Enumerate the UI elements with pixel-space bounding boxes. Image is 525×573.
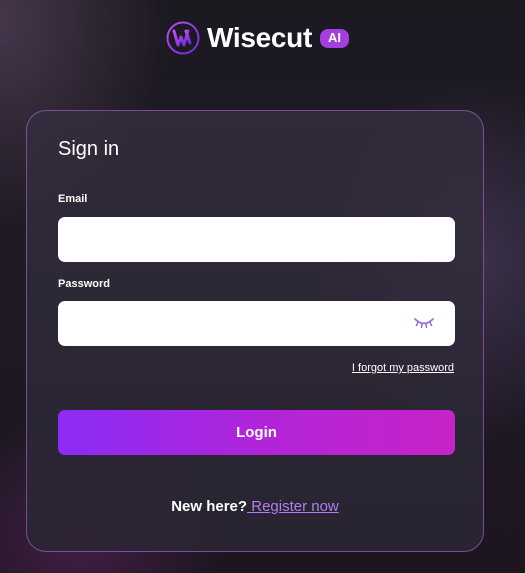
email-field[interactable] — [58, 217, 455, 262]
register-prompt: New here? Register now — [27, 498, 483, 515]
password-label: Password — [58, 278, 110, 290]
forgot-password-link[interactable]: I forgot my password — [352, 362, 454, 374]
email-field-wrapper — [58, 217, 455, 262]
password-field-wrapper — [58, 301, 455, 346]
ai-badge: AI — [320, 28, 350, 48]
brand-name: Wisecut — [207, 22, 313, 53]
eye-closed-icon[interactable] — [413, 316, 435, 330]
wisecut-logo-icon — [166, 21, 200, 55]
brand-logo: Wisecut AI — [166, 20, 350, 56]
email-label: Email — [58, 193, 88, 205]
password-field[interactable] — [58, 301, 455, 346]
register-link[interactable]: Register now — [247, 498, 339, 515]
signin-card: Sign in Email Password I forgot my passw… — [26, 110, 484, 552]
page-title: Sign in — [58, 138, 120, 160]
register-prefix-text: New here? — [171, 498, 248, 515]
login-button[interactable]: Login — [58, 410, 455, 455]
